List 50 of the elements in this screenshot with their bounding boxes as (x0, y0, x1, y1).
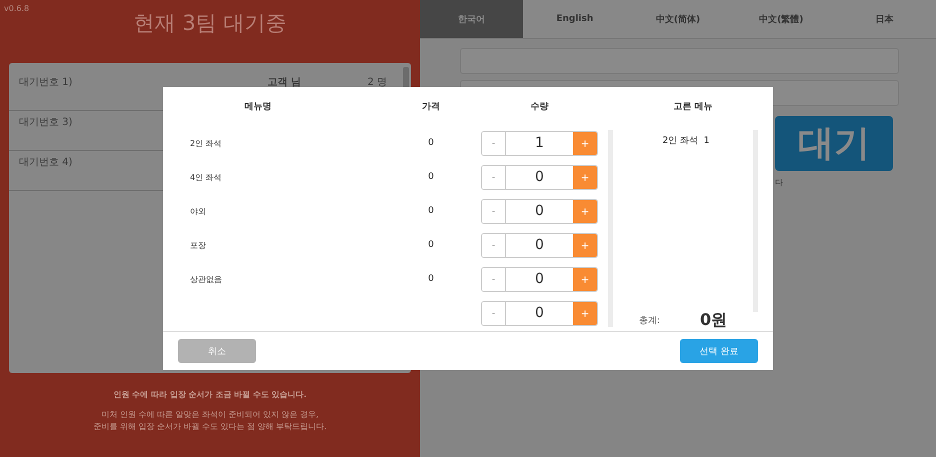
wait-button[interactable]: 대기 (775, 116, 893, 171)
column-header: 메뉴명 (244, 101, 272, 113)
total-amount: 0원 (700, 310, 728, 331)
menu-price: 0 (428, 172, 434, 182)
cancel-button[interactable]: 취소 (178, 339, 256, 363)
quantity-value[interactable]: 0 (506, 166, 573, 188)
notice-text: 미처 인원 수에 따른 알맞은 좌석이 준비되어 있지 않은 경우, (101, 409, 319, 420)
quantity-value[interactable]: 1 (506, 132, 573, 154)
menu-name: 2인 좌석 (189, 138, 222, 148)
increase-button[interactable]: + (573, 132, 597, 154)
queue-number: 대기번호 1) (19, 76, 72, 89)
waiting-title: 현재 3팀 대기중 (134, 10, 286, 37)
party-size: 2 명 (367, 76, 387, 89)
hint-text: 다 (775, 177, 783, 188)
menu-price: 0 (428, 206, 434, 216)
quantity-value[interactable]: 0 (506, 302, 573, 324)
queue-number: 대기번호 3) (19, 116, 72, 129)
increase-button[interactable]: + (573, 234, 597, 256)
total-label: 총계: (638, 315, 660, 327)
customer-name: 고객 님 (267, 76, 302, 89)
queue-number: 대기번호 4) (19, 156, 72, 169)
menu-name: 상관없음 (189, 274, 222, 284)
increase-button[interactable]: + (573, 268, 597, 290)
increase-button[interactable]: + (573, 302, 597, 324)
column-header: 수량 (530, 101, 548, 113)
increase-button[interactable]: + (573, 200, 597, 222)
quantity-value[interactable]: 0 (506, 234, 573, 256)
menu-name: 4인 좌석 (189, 172, 222, 182)
selected-item: 2인 좌석 1 (662, 135, 710, 147)
column-header: 가격 (422, 101, 440, 113)
decrease-button[interactable]: - (482, 234, 506, 256)
version-label: v0.6.8 (4, 4, 30, 13)
increase-button[interactable]: + (573, 166, 597, 188)
column-header: 고른 메뉴 (672, 101, 714, 113)
menu-name: 야외 (189, 206, 206, 216)
menu-name: 포장 (189, 240, 206, 250)
quantity-value[interactable]: 0 (506, 200, 573, 222)
notice-text: 인원 수에 따라 입장 순서가 조금 바뀔 수도 있습니다. (113, 389, 307, 400)
quantity-value[interactable]: 0 (506, 268, 573, 290)
menu-price: 0 (428, 274, 434, 284)
confirm-button[interactable]: 선택 완료 (680, 339, 758, 363)
decrease-button[interactable]: - (482, 132, 506, 154)
menu-price: 0 (428, 138, 434, 148)
decrease-button[interactable]: - (482, 200, 506, 222)
decrease-button[interactable]: - (482, 302, 506, 324)
language-tab[interactable]: 한국어 (420, 0, 524, 38)
decrease-button[interactable]: - (482, 166, 506, 188)
decrease-button[interactable]: - (482, 268, 506, 290)
menu-price: 0 (428, 240, 434, 250)
notice-text: 준비를 위해 입장 순서가 바뀔 수도 있다는 점 양해 부탁드립니다. (93, 421, 327, 432)
